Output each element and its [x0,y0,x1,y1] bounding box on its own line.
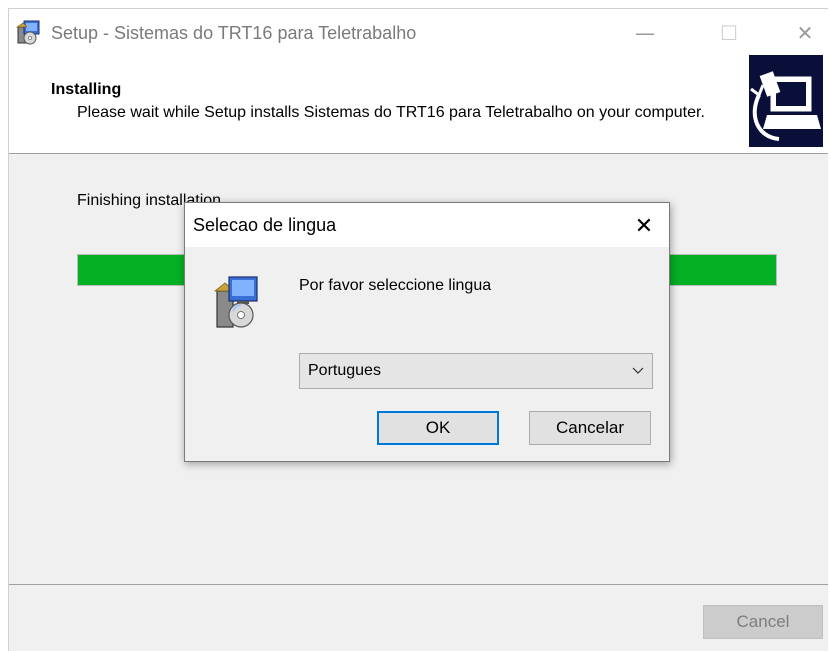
page-subtitle: Please wait while Setup installs Sistema… [77,104,705,121]
setup-app-icon [213,276,258,328]
cancel-button[interactable]: Cancel [703,605,823,639]
chevron-down-icon [624,367,652,375]
page-title: Installing [51,81,122,98]
dialog-title-bar[interactable]: Selecao de lingua ✕ [185,203,669,247]
close-icon: ✕ [796,21,814,45]
computer-install-icon [749,55,823,147]
dialog-close-button[interactable]: ✕ [629,211,659,241]
wizard-footer: Cancel [9,584,828,651]
minimize-icon: — [635,21,655,45]
setup-app-icon [16,20,40,45]
ok-button[interactable]: OK [377,411,499,445]
dialog-title: Selecao de lingua [193,215,337,235]
close-icon: ✕ [634,213,654,239]
close-button[interactable]: ✕ [785,19,825,47]
dialog-prompt: Por favor seleccione lingua [299,277,492,294]
maximize-icon: ☐ [720,21,738,45]
window-title: Setup - Sistemas do TRT16 para Teletraba… [51,23,417,43]
language-select[interactable]: Portugues [299,353,653,389]
wizard-header: Installing Please wait while Setup insta… [9,53,828,154]
title-bar[interactable]: Setup - Sistemas do TRT16 para Teletraba… [9,9,828,53]
dialog-cancel-button[interactable]: Cancelar [529,411,651,445]
language-select-value: Portugues [308,362,381,379]
language-dialog: Selecao de lingua ✕ Por favor seleccione… [184,202,670,462]
minimize-button[interactable]: — [625,19,665,47]
maximize-button[interactable]: ☐ [709,19,749,47]
